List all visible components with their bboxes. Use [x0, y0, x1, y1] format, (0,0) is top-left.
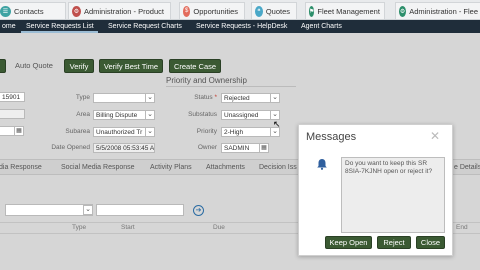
- fleet-icon: ⚑: [309, 5, 315, 17]
- tab-administration-product[interactable]: ⚙ Administration - Product: [68, 2, 171, 19]
- tab-opportunities[interactable]: $ Opportunities: [179, 2, 245, 19]
- create-case-button[interactable]: Create Case: [169, 59, 221, 73]
- message-text: Do you want to keep this SR 8SIA-7KJNH o…: [341, 157, 445, 233]
- close-icon[interactable]: ✕: [430, 129, 440, 143]
- opportunities-icon: $: [183, 5, 191, 17]
- subtab-attachments[interactable]: Attachments: [206, 161, 245, 174]
- keep-open-button[interactable]: Keep Open: [325, 236, 372, 249]
- tab-label: Administration - Flee: [409, 6, 478, 16]
- section-divider: [166, 86, 296, 87]
- column-end[interactable]: End: [456, 224, 468, 231]
- subtab-decision-issues[interactable]: Decision Iss: [259, 161, 297, 174]
- tab-label: Administration - Product: [83, 6, 164, 16]
- substatus-label: Substatus: [188, 111, 217, 118]
- subtab-social-media-response[interactable]: Social Media Response: [61, 161, 135, 174]
- calendar-icon[interactable]: ▦: [14, 126, 24, 136]
- nav-service-request-charts[interactable]: Service Request Charts: [108, 20, 182, 33]
- status-dropdown-icon[interactable]: ⌄: [270, 93, 280, 103]
- verify-best-time-button[interactable]: Verify Best Time: [99, 59, 163, 73]
- tab-label: Fleet Management: [317, 6, 380, 16]
- nav-agent-charts[interactable]: Agent Charts: [301, 20, 342, 33]
- list-query-select[interactable]: [5, 204, 93, 216]
- subarea-label: Subarea: [65, 128, 90, 135]
- nav-home[interactable]: ome: [2, 20, 16, 33]
- column-type[interactable]: Type: [72, 224, 86, 231]
- admin-fleet-icon: ⚙: [399, 5, 407, 17]
- app-tab-bar: ☰ Contacts ⚙ Administration - Product $ …: [0, 0, 480, 20]
- date-opened-label: Date Opened: [51, 144, 90, 151]
- tab-quotes[interactable]: ❝ Quotes: [251, 2, 297, 19]
- list-query-input[interactable]: [96, 204, 184, 216]
- left-field-2[interactable]: [0, 109, 25, 119]
- hidden-left-button[interactable]: [0, 59, 6, 73]
- area-dropdown-icon[interactable]: ⌄: [145, 110, 155, 120]
- type-label: Type: [75, 94, 90, 101]
- nav-service-requests-helpdesk[interactable]: Service Requests - HelpDesk: [196, 20, 287, 33]
- tab-fleet-management[interactable]: ⚑ Fleet Management: [305, 2, 385, 19]
- verify-button[interactable]: Verify: [64, 59, 94, 73]
- go-arrow-icon[interactable]: ➔: [193, 205, 204, 216]
- subtab-details[interactable]: e Details: [454, 161, 480, 174]
- tab-contacts[interactable]: ☰ Contacts: [0, 2, 66, 19]
- area-label: Area: [76, 111, 90, 118]
- tab-label: Opportunities: [193, 6, 238, 16]
- column-start[interactable]: Start: [121, 224, 135, 231]
- type-dropdown-icon[interactable]: ⌄: [145, 93, 155, 103]
- sr-number-field[interactable]: 15901: [0, 92, 25, 102]
- section-title: Priority and Ownership: [166, 76, 247, 85]
- subarea-dropdown-icon[interactable]: ⌄: [145, 127, 155, 137]
- auto-quote-button[interactable]: Auto Quote: [12, 59, 56, 73]
- date-opened-field: 5/5/2008 05:53:45 A: [93, 143, 155, 153]
- status-label: Status *: [194, 94, 217, 101]
- owner-picker-icon[interactable]: ▦: [259, 143, 269, 153]
- screen-nav-bar: ome Service Requests List Service Reques…: [0, 20, 480, 33]
- list-query-dropdown-icon[interactable]: ⌄: [83, 205, 93, 215]
- reject-button[interactable]: Reject: [377, 236, 411, 249]
- dialog-title: Messages: [306, 131, 357, 143]
- tab-label: Quotes: [265, 6, 290, 16]
- owner-label: Owner: [197, 144, 217, 151]
- quotes-icon: ❝: [255, 5, 263, 17]
- subtab-social-media-response-partial[interactable]: dia Response: [0, 161, 42, 174]
- contacts-icon: ☰: [0, 5, 11, 17]
- close-button[interactable]: Close: [416, 236, 445, 249]
- tab-administration-fleet[interactable]: ⚙ Administration - Flee: [395, 2, 480, 19]
- admin-product-icon: ⚙: [72, 5, 81, 17]
- bell-icon: [316, 158, 328, 170]
- tab-label: Contacts: [14, 6, 44, 16]
- messages-dialog: Messages ✕ Do you want to keep this SR 8…: [298, 124, 453, 256]
- priority-label: Priority: [196, 128, 217, 135]
- column-due[interactable]: Due: [213, 224, 225, 231]
- subtab-activity-plans[interactable]: Activity Plans: [150, 161, 192, 174]
- mouse-cursor-icon: ↖: [273, 119, 281, 129]
